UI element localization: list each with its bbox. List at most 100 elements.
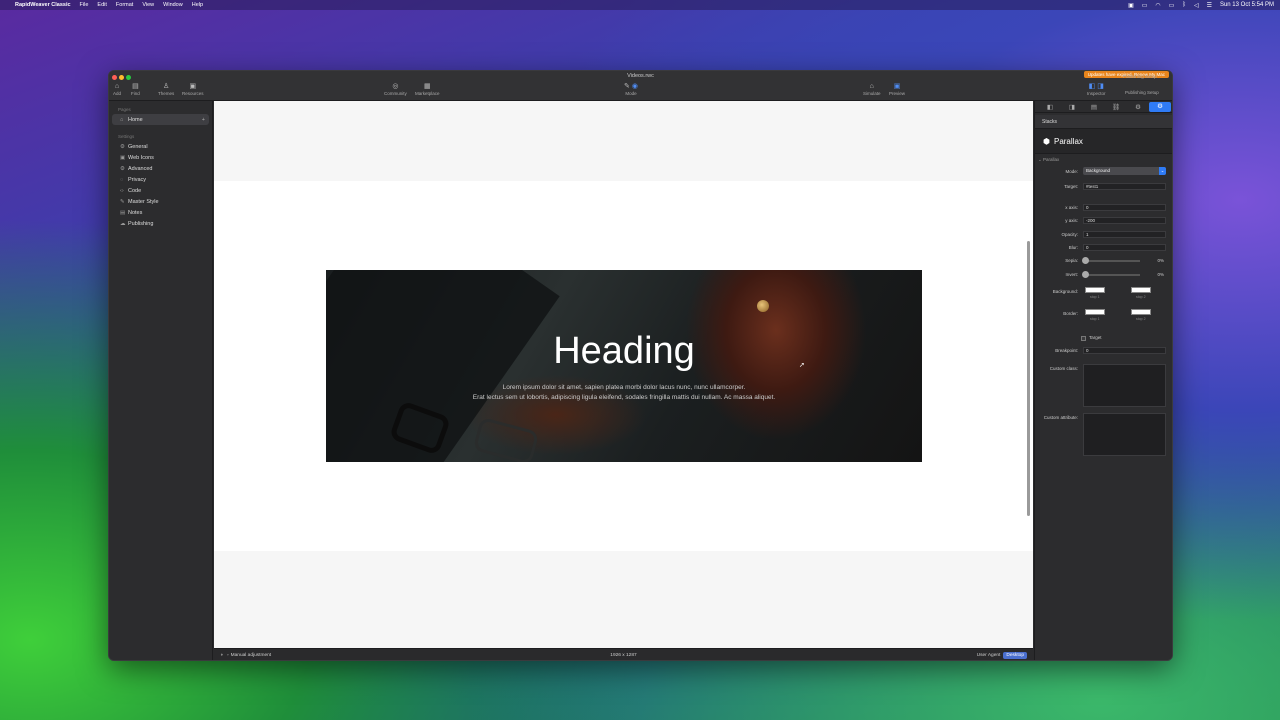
sepia-slider-track[interactable] [1083,260,1140,262]
yaxis-input[interactable]: -200 [1083,217,1166,224]
opacity-input[interactable]: 1 [1083,231,1166,238]
bluetooth-icon[interactable]: ᛒ [1182,2,1186,8]
mode-edit-icon[interactable]: ✎ ◉ [624,83,638,91]
page-canvas[interactable]: Heading Lorem ipsum dolor sit amet, sapi… [214,101,1033,648]
mode-control[interactable]: ✎ ◉ Mode [624,83,638,96]
sidebar-item-advanced[interactable]: ⚙ Advanced [112,163,209,174]
simulate-button[interactable]: ⌂ Simulate [863,83,881,96]
menu-window[interactable]: Window [163,2,183,8]
menu-format[interactable]: Format [116,2,133,8]
invert-slider-knob[interactable] [1082,271,1089,278]
screen-record-icon[interactable]: ▭ [1142,2,1148,9]
sidebar-item-general[interactable]: ⚙ General [112,141,209,152]
status-app-icon[interactable]: ▣ [1128,2,1134,9]
sepia-row: Sepia: 0% [1035,255,1172,268]
menu-file[interactable]: File [80,2,89,8]
invert-slider-track[interactable] [1083,274,1140,276]
themes-icon: ♙ [162,83,170,90]
menu-bar: RapidWeaver Classic File Edit Format Vie… [0,0,1280,10]
inspector-button[interactable]: ◧ ◨ Inspector [1087,83,1106,96]
target-checkbox[interactable] [1081,336,1086,341]
publishing-setup-button[interactable]: Publishing Setup [1125,90,1159,95]
sidebar-item-notes[interactable]: ▤ Notes [112,207,209,218]
xaxis-input[interactable]: 0 [1083,204,1166,211]
wifi-icon[interactable]: ◠ [1155,2,1160,9]
border-stop1-swatch[interactable] [1085,309,1105,315]
sidebar-item-master-style[interactable]: ✎ Master Style [112,196,209,207]
find-label: Find [131,91,140,96]
banner-text[interactable]: Lorem ipsum dolor sit amet, sapien plate… [326,383,922,403]
sidebar-item-privacy[interactable]: ◌ Privacy [112,174,209,185]
parallax-banner[interactable]: Heading Lorem ipsum dolor sit amet, sapi… [326,270,922,462]
tab-stack-settings-icon[interactable]: ⚙ [1149,101,1171,112]
sidebar-item-home[interactable]: ⌂ Home + [112,114,209,125]
custom-attribute-textarea[interactable] [1083,413,1166,456]
custom-class-label: Custom class: [1049,366,1078,371]
menu-edit[interactable]: Edit [97,2,106,8]
breakpoint-field-label: Breakpoint: [1055,348,1078,353]
window-title: Videos.rwc [627,73,654,79]
marketplace-button[interactable]: ▦ Marketplace [415,83,440,96]
menu-view[interactable]: View [142,2,154,8]
add-page-icon[interactable]: + [202,117,205,123]
blur-input[interactable]: 0 [1083,244,1166,251]
breakpoint-input[interactable]: 0 [1083,347,1166,354]
custom-class-textarea[interactable] [1083,364,1166,407]
menu-app-name[interactable]: RapidWeaver Classic [15,2,71,8]
community-button[interactable]: ◎ Community [384,83,407,96]
add-button[interactable]: ⌂ Add [113,83,121,96]
canvas-scrollbar[interactable] [1027,241,1030,516]
banner-heading[interactable]: Heading [326,330,922,373]
tab-page-icon[interactable]: ◧ [1039,103,1061,111]
mode-select[interactable]: Background ⌄ [1083,167,1166,175]
sidebar: Pages ⌂ Home + Settings ⚙ General ▣ Web Icon… [109,101,213,660]
sidebar-item-code[interactable]: ‹› Code [112,185,209,196]
preview-button[interactable]: ▣ Preview [889,83,905,96]
tab-link-icon[interactable]: ⛓ [1105,103,1127,111]
publishing-setup-top[interactable]: Publishing Setup [1123,74,1157,79]
sidebar-item-publishing[interactable]: ☁ Publishing [112,218,209,229]
sepia-value: 0% [1157,258,1164,263]
parallax-section-label: Parallax [1043,157,1060,162]
brush-icon: ✎ [120,198,125,205]
sepia-slider-knob[interactable] [1082,257,1089,264]
tab-layout-icon[interactable]: ◨ [1061,103,1083,111]
notes-icon: ▤ [120,209,126,216]
volume-icon[interactable]: ◁ [1194,2,1199,9]
sidebar-item-label: Master Style [128,198,159,205]
mouse-cursor-icon: ➚ [799,362,805,369]
target-input[interactable]: #test1 [1083,183,1166,190]
clock[interactable]: Sun 13 Oct 5:54 PM [1220,2,1274,8]
menu-help[interactable]: Help [192,2,203,8]
tab-header-icon[interactable]: ▤ [1083,103,1105,111]
border-stop2-swatch[interactable] [1131,309,1151,315]
resources-button[interactable]: ▣ Resources [182,83,204,96]
find-button[interactable]: ▤ Find [131,83,140,96]
preview-label: Preview [889,91,906,96]
background-stop1-swatch[interactable] [1085,287,1105,293]
background-stop1-label: stop 1 [1090,295,1100,299]
battery-icon[interactable]: ▭ [1169,2,1175,9]
sidebar-item-label: Web Icons [128,154,154,161]
parallax-title: Parallax [1053,136,1083,146]
mode-select-value: Background [1086,168,1111,173]
tab-settings-icon[interactable]: ⚙ [1127,103,1149,111]
banner-glasses-image-2 [472,416,540,462]
invert-field-label: Invert: [1065,272,1078,277]
sepia-field-label: Sepia: [1065,258,1078,263]
sidebar-item-web-icons[interactable]: ▣ Web Icons [112,152,209,163]
background-stop2-swatch[interactable] [1131,287,1151,293]
advanced-icon: ⚙ [120,165,125,172]
opacity-row: Opacity: 1 [1035,229,1172,242]
breakpoint-row: Breakpoint: 0 [1035,345,1172,358]
mode-field-label: Mode: [1065,169,1078,174]
canvas-dimensions: 1926 x 1287 [610,653,637,658]
control-center-icon[interactable]: ☰ [1207,2,1212,9]
parallax-section-toggle[interactable]: ⌄ Parallax [1035,157,1172,163]
sidebar-item-label: Publishing [128,220,154,227]
publishing-setup-label: Publishing Setup [1125,90,1159,95]
resources-icon: ▣ [189,83,197,90]
inspector-panel: ◧ ◨ ▤ ⛓ ⚙ ⚙ Stacks ⬢ Parallax ⌄ Parallax … [1034,101,1172,660]
themes-button[interactable]: ♙ Themes [158,83,174,96]
settings-header: Settings [118,134,135,139]
